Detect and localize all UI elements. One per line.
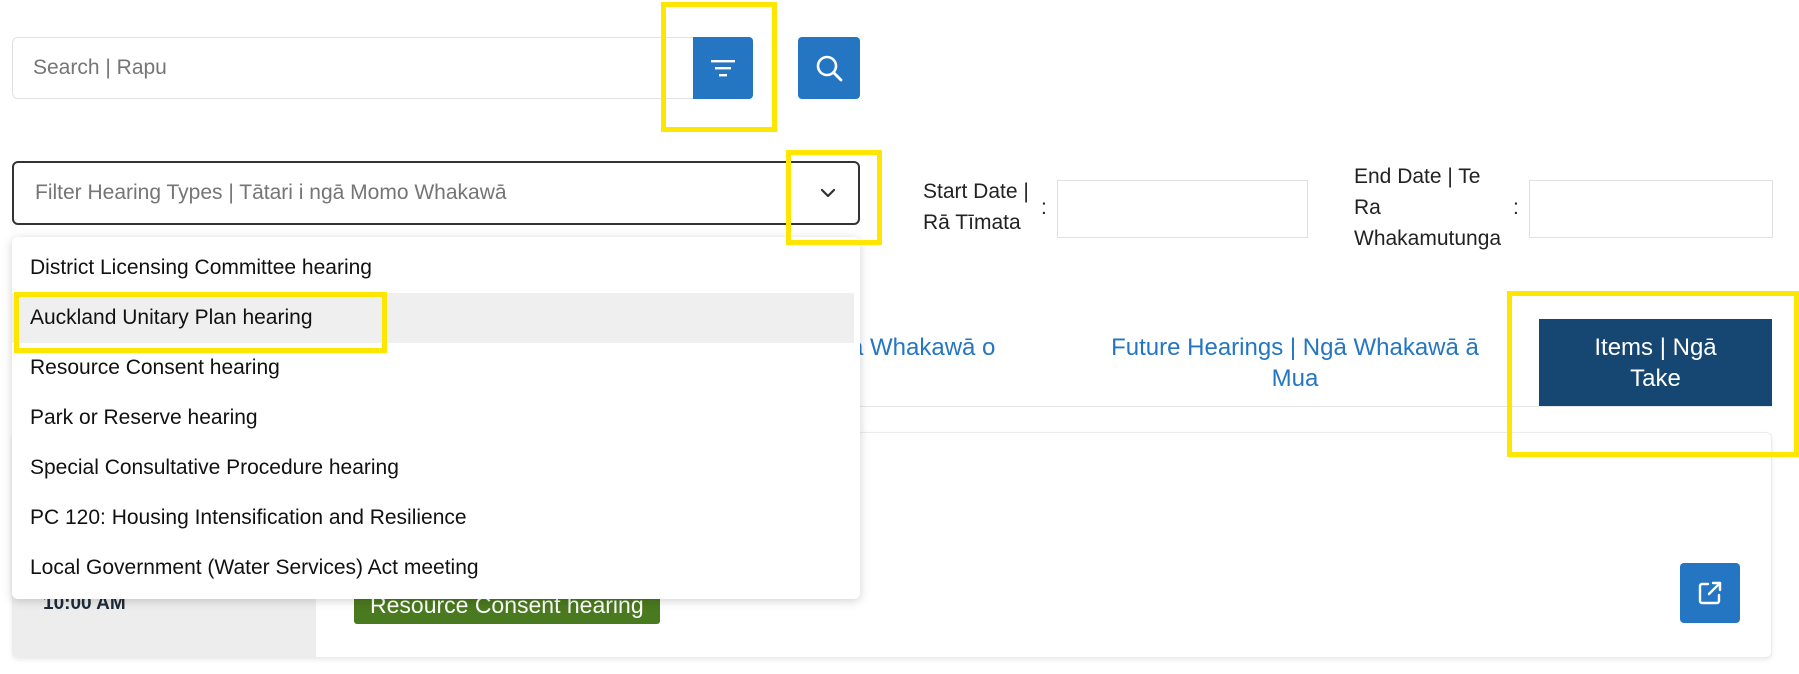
end-date-label-line3: Whakamutunga <box>1354 227 1502 250</box>
option-local-government-water[interactable]: Local Government (Water Services) Act me… <box>12 543 854 593</box>
start-date-colon: : <box>1041 196 1047 219</box>
tab-items-label-line2: Take <box>1630 365 1681 392</box>
start-date-label-line1: Start Date | <box>923 180 1029 203</box>
hearing-type-select[interactable]: Filter Hearing Types | Tātari i ngā Momo… <box>12 161 860 225</box>
end-date-label: End Date | Te Ra Whakamutunga <box>1354 161 1501 254</box>
option-special-consultative[interactable]: Special Consultative Procedure hearing <box>12 443 854 493</box>
start-date-input[interactable] <box>1057 180 1308 238</box>
tab-items[interactable]: Items | Ngā Take <box>1539 319 1772 407</box>
option-auckland-unitary-plan[interactable]: Auckland Unitary Plan hearing <box>12 293 854 343</box>
hearing-type-placeholder: Filter Hearing Types | Tātari i ngā Momo… <box>35 181 507 204</box>
chevron-down-icon[interactable] <box>798 163 858 223</box>
external-link-icon <box>1698 581 1722 605</box>
search-icon <box>816 55 843 82</box>
option-district-licensing[interactable]: District Licensing Committee hearing <box>12 243 854 293</box>
start-date-label: Start Date | Rā Tīmata <box>923 176 1029 238</box>
end-date-label-line1: End Date | Te <box>1354 165 1481 188</box>
search-input[interactable] <box>12 37 702 99</box>
end-date-label-line2: Ra <box>1354 196 1381 219</box>
start-date-label-line2: Rā Tīmata <box>923 211 1021 234</box>
end-date-input[interactable] <box>1529 180 1773 238</box>
open-external-button[interactable] <box>1680 563 1740 623</box>
tab-future-hearings-label-line2: Mua <box>1271 365 1319 392</box>
tab-items-label-line1: Items | Ngā <box>1594 334 1717 361</box>
tab-past-hearings[interactable]: ā Whakawā o <box>850 332 1010 363</box>
option-resource-consent[interactable]: Resource Consent hearing <box>12 343 854 393</box>
option-park-or-reserve[interactable]: Park or Reserve hearing <box>12 393 854 443</box>
option-pc-120[interactable]: PC 120: Housing Intensification and Resi… <box>12 493 854 543</box>
tab-past-hearings-label: ā Whakawā o <box>850 334 996 361</box>
filter-toggle-button[interactable] <box>693 37 753 99</box>
filter-icon <box>711 60 735 77</box>
page: Filter Hearing Types | Tātari i ngā Momo… <box>0 0 1799 674</box>
tab-future-hearings[interactable]: Future Hearings | Ngā Whakawā ā Mua <box>1095 332 1495 394</box>
hearing-type-dropdown: District Licensing Committee hearing Auc… <box>12 237 860 599</box>
end-date-colon: : <box>1513 196 1519 219</box>
tab-future-hearings-label-line1: Future Hearings | Ngā Whakawā ā <box>1111 334 1479 361</box>
search-button[interactable] <box>798 37 860 99</box>
